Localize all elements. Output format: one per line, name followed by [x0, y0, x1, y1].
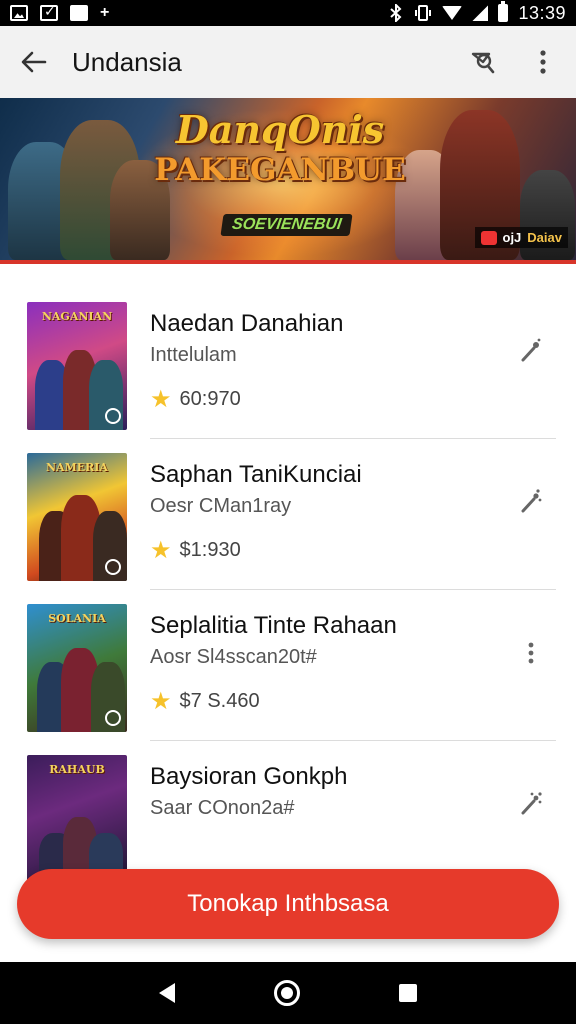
- item-subtitle: Saar COnon2a#: [150, 797, 295, 819]
- banner-title-line2: PAKEGANBUE: [154, 152, 406, 188]
- battery-icon: [498, 1, 509, 22]
- item-subtitle: Oesr CMan1ray: [150, 495, 292, 517]
- star-icon: ★: [150, 385, 172, 413]
- nav-back-icon[interactable]: [159, 983, 176, 1003]
- badge-icon: [105, 710, 121, 726]
- app-bar-actions: [466, 45, 560, 79]
- item-menu-button[interactable]: [516, 638, 546, 668]
- item-title: Saphan TaniKunciai: [150, 461, 362, 488]
- item-subtitle: Aosr Sl4sscan20t#: [150, 646, 317, 668]
- overflow-menu-button[interactable]: [526, 45, 560, 79]
- game-thumbnail[interactable]: SOLANIA: [27, 604, 127, 732]
- vibrate-icon: [415, 5, 432, 21]
- notification-icons: +: [10, 3, 110, 22]
- item-action-button[interactable]: [516, 789, 546, 819]
- thumbnail-title: SOLANIA: [48, 612, 106, 625]
- banner-badge: ojJ Daiav: [474, 227, 568, 248]
- arrow-back-icon: [21, 51, 47, 73]
- page-title: Undansia: [72, 46, 182, 77]
- badge-subtext: Daiav: [527, 230, 562, 245]
- item-rating: ★ $1:930: [150, 536, 241, 564]
- item-price: $7 S.460: [179, 690, 260, 712]
- magic-wand-icon: [521, 792, 542, 815]
- game-thumbnail[interactable]: NAMERIA: [27, 453, 127, 581]
- primary-cta-button[interactable]: Tonokap Inthbsasa: [17, 869, 559, 939]
- list-item[interactable]: SOLANIA Seplalitia Tinte Rahaan Aosr Sl4…: [0, 590, 576, 741]
- item-title: Seplalitia Tinte Rahaan: [150, 612, 397, 639]
- game-list: NAGANIAN Naedan Danahian Inttelulam ★ 60…: [0, 288, 576, 892]
- message-notification-icon: [70, 5, 88, 21]
- banner-title: DanqOnis PAKEGANBUE: [150, 110, 410, 190]
- app-bar: Undansia: [0, 26, 576, 98]
- badge-text: ojJ: [502, 230, 522, 245]
- status-time: 13:39: [518, 2, 566, 23]
- star-icon: ★: [150, 687, 172, 715]
- item-subtitle: Inttelulam: [150, 344, 237, 366]
- search-icon: [471, 52, 495, 74]
- item-rating: ★ 60:970: [150, 385, 241, 413]
- thumbnail-title: NAGANIAN: [41, 310, 113, 323]
- game-thumbnail[interactable]: RAHAUB: [27, 755, 127, 883]
- more-vert-icon: [528, 642, 534, 664]
- system-nav-bar: [0, 962, 576, 1024]
- item-title: Baysioran Gonkph: [150, 763, 348, 790]
- gallery-notification-icon: [10, 5, 28, 21]
- cell-signal-icon: [472, 5, 489, 21]
- bluetooth-icon: [390, 4, 402, 22]
- item-price: $1:930: [179, 539, 241, 561]
- item-action-button[interactable]: [516, 487, 546, 517]
- wifi-icon: [442, 6, 463, 20]
- list-item[interactable]: NAMERIA Saphan TaniKunciai Oesr CMan1ray…: [0, 439, 576, 590]
- item-price: 60:970: [179, 388, 241, 410]
- publisher-logo-icon: [480, 230, 497, 245]
- item-rating: ★ $7 S.460: [150, 687, 260, 715]
- thumbnail-title: RAHAUB: [49, 763, 105, 776]
- nav-recents-icon[interactable]: [398, 984, 417, 1002]
- promo-banner[interactable]: DanqOnis PAKEGANBUE SOEVIENEBUI ojJ Daia…: [0, 98, 576, 264]
- banner-tagline: SOEVIENEBUI: [220, 214, 353, 236]
- banner-title-line1: DanqOnis: [175, 107, 385, 152]
- back-button[interactable]: [16, 44, 52, 80]
- plus-notification-icon: +: [100, 4, 110, 21]
- search-button[interactable]: [466, 45, 500, 79]
- more-vert-icon: [540, 50, 546, 74]
- item-title: Naedan Danahian: [150, 310, 344, 337]
- item-action-button[interactable]: [516, 336, 546, 366]
- system-icons: 13:39: [388, 1, 566, 24]
- list-item[interactable]: NAGANIAN Naedan Danahian Inttelulam ★ 60…: [0, 288, 576, 439]
- game-thumbnail[interactable]: NAGANIAN: [27, 302, 127, 430]
- thumbnail-title: NAMERIA: [46, 461, 108, 474]
- status-bar: + 13:39: [0, 0, 576, 26]
- magic-wand-icon: [521, 489, 542, 513]
- badge-icon: [105, 408, 121, 424]
- star-icon: ★: [150, 536, 172, 564]
- magic-wand-icon: [521, 338, 541, 362]
- nav-home-icon[interactable]: [273, 980, 300, 1006]
- badge-icon: [105, 559, 121, 575]
- task-notification-icon: [40, 3, 58, 21]
